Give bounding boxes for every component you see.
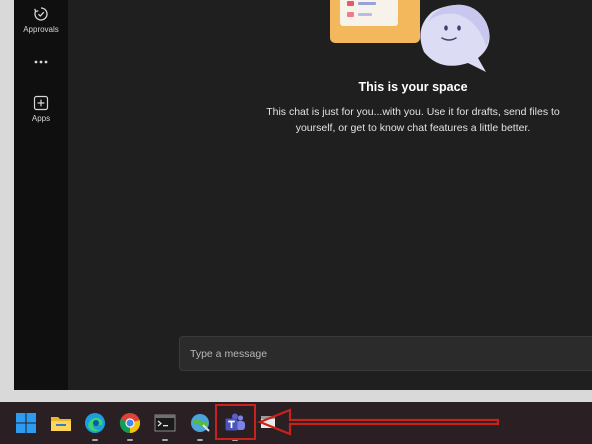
rail-item-apps[interactable]: Apps xyxy=(14,95,68,123)
file-explorer-icon[interactable] xyxy=(50,412,72,434)
compose-box xyxy=(179,336,592,371)
empty-state-title: This is your space xyxy=(358,80,468,94)
terminal-icon[interactable] xyxy=(154,412,176,441)
rail-label-approvals: Approvals xyxy=(23,25,59,34)
apps-icon xyxy=(33,95,49,111)
empty-state-description: This chat is just for you...with you. Us… xyxy=(266,106,560,134)
more-icon xyxy=(33,58,49,66)
running-indicator xyxy=(127,439,133,441)
rail-item-more[interactable] xyxy=(14,58,68,66)
rail-item-approvals[interactable]: Approvals xyxy=(14,6,68,34)
self-chat-illustration xyxy=(328,0,568,80)
running-indicator xyxy=(197,439,203,441)
app-rail: Approvals Apps xyxy=(14,0,68,390)
control-panel-icon[interactable] xyxy=(189,412,211,441)
running-indicator xyxy=(92,439,98,441)
teams-window: Approvals Apps This is your space This c… xyxy=(14,0,592,390)
edge-icon[interactable] xyxy=(84,412,106,441)
rail-label-apps: Apps xyxy=(31,114,51,123)
teams-highlight-box xyxy=(215,404,256,440)
message-input[interactable] xyxy=(190,345,570,363)
approvals-icon xyxy=(33,6,49,22)
pointer-arrow-icon xyxy=(256,406,502,443)
running-indicator xyxy=(162,439,168,441)
chrome-icon[interactable] xyxy=(119,412,141,441)
start-icon[interactable] xyxy=(15,412,37,434)
chat-pane: This is your space This chat is just for… xyxy=(68,0,592,390)
